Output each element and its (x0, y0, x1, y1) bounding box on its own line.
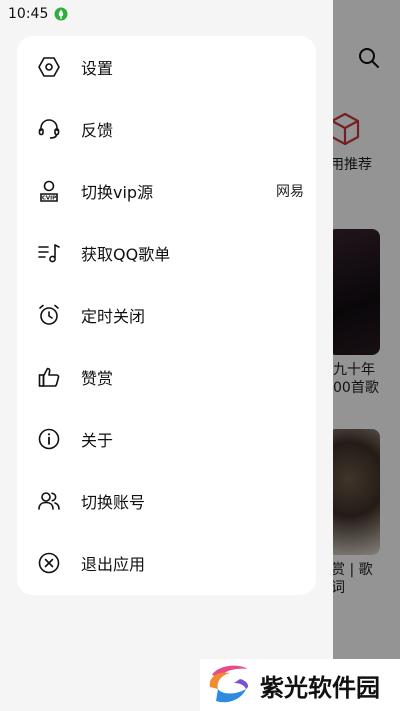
vip-source-value: 网易 (276, 184, 304, 200)
menu-label: 切换vip源 (81, 183, 154, 202)
playlist-music-icon (37, 241, 61, 265)
menu-item-switch-vip-source[interactable]: CVIP 切换vip源 网易 (17, 160, 316, 222)
navigation-drawer: 10:45 设置 反馈 CVIP 切换vip源 网易 获取QQ歌单 定时关闭 赞… (0, 0, 333, 711)
menu-item-sleep-timer[interactable]: 定时关闭 (17, 284, 316, 346)
menu-label: 退出应用 (81, 555, 146, 574)
hexagon-settings-icon (37, 55, 61, 79)
menu-label: 获取QQ歌单 (81, 245, 171, 264)
watermark: 紫光软件园 (200, 659, 400, 711)
menu-item-settings[interactable]: 设置 (17, 36, 316, 98)
alarm-clock-icon (37, 303, 61, 327)
menu-label: 赞赏 (81, 369, 114, 388)
info-icon (37, 427, 61, 451)
menu-label: 关于 (81, 431, 114, 450)
thumbs-up-icon (37, 365, 61, 389)
menu-item-exit-app[interactable]: 退出应用 (17, 532, 316, 594)
menu-label: 反馈 (81, 121, 114, 140)
user-vip-icon: CVIP (37, 179, 61, 203)
watermark-text: 紫光软件园 (260, 673, 380, 702)
status-time: 10:45 (8, 6, 49, 22)
menu-label: 定时关闭 (81, 307, 146, 326)
status-bar: 10:45 (0, 0, 333, 28)
svg-text:CVIP: CVIP (42, 196, 56, 202)
menu-item-switch-account[interactable]: 切换账号 (17, 470, 316, 532)
menu-label: 设置 (81, 59, 114, 78)
headset-icon (37, 117, 61, 141)
menu-label: 切换账号 (81, 493, 146, 512)
menu-item-about[interactable]: 关于 (17, 408, 316, 470)
status-notification-icon (54, 7, 68, 21)
watermark-logo-icon (209, 665, 248, 703)
menu-item-feedback[interactable]: 反馈 (17, 98, 316, 160)
menu-item-import-qq-playlist[interactable]: 获取QQ歌单 (17, 222, 316, 284)
users-icon (37, 489, 61, 513)
menu-item-reward[interactable]: 赞赏 (17, 346, 316, 408)
drawer-menu: 设置 反馈 CVIP 切换vip源 网易 获取QQ歌单 定时关闭 赞赏 关于 切… (17, 36, 316, 595)
close-circle-icon (37, 551, 61, 575)
